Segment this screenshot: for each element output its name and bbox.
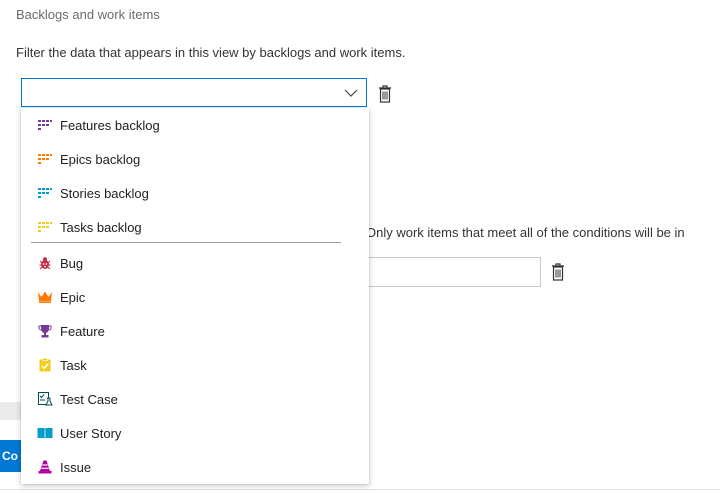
conditions-description: Only work items that meet all of the con… xyxy=(366,225,685,240)
bottom-divider xyxy=(0,489,720,490)
dropdown-item-label: Epic xyxy=(60,289,86,305)
book-icon xyxy=(37,425,53,441)
dropdown-item-label: Stories backlog xyxy=(60,185,149,201)
dropdown-item-label: Bug xyxy=(60,255,84,271)
dropdown-separator xyxy=(31,242,341,243)
dropdown-item-test-case[interactable]: Test Case xyxy=(21,382,369,416)
dropdown-item-epic[interactable]: Epic xyxy=(21,280,369,314)
footer-gray-strip xyxy=(0,402,22,420)
trophy-icon xyxy=(37,323,53,339)
dropdown-item-issue[interactable]: Issue xyxy=(21,450,369,484)
section-description: Filter the data that appears in this vie… xyxy=(16,45,406,60)
backlog-icon xyxy=(37,117,53,133)
dropdown-item-label: Task xyxy=(60,357,87,373)
clipboard-icon xyxy=(37,357,53,373)
dropdown-item-label: User Story xyxy=(60,425,122,441)
delete-icon[interactable] xyxy=(378,85,392,103)
dropdown-item-bug[interactable]: Bug xyxy=(21,246,369,280)
section-title: Backlogs and work items xyxy=(16,7,160,22)
crown-icon xyxy=(37,289,53,305)
chevron-down-icon[interactable] xyxy=(344,86,358,100)
dropdown-item-epics-backlog[interactable]: Epics backlog xyxy=(21,142,369,176)
dropdown-item-task[interactable]: Task xyxy=(21,348,369,382)
backlog-select[interactable] xyxy=(21,78,367,107)
dropdown-item-label: Epics backlog xyxy=(60,151,141,167)
dropdown-item-label: Feature xyxy=(60,323,105,339)
dropdown-item-label: Issue xyxy=(60,459,92,475)
dropdown-item-stories-backlog[interactable]: Stories backlog xyxy=(21,176,369,210)
cone-icon xyxy=(37,459,53,475)
backlog-dropdown: Features backlog Epics backlog Stories b… xyxy=(21,108,369,484)
dropdown-item-features-backlog[interactable]: Features backlog xyxy=(21,108,369,142)
dropdown-item-label: Features backlog xyxy=(60,117,160,133)
dropdown-item-user-story[interactable]: User Story xyxy=(21,416,369,450)
dropdown-item-tasks-backlog[interactable]: Tasks backlog xyxy=(21,210,369,244)
bug-icon xyxy=(37,255,53,271)
dropdown-item-label: Test Case xyxy=(60,391,118,407)
backlog-icon xyxy=(37,151,53,167)
dropdown-item-feature[interactable]: Feature xyxy=(21,314,369,348)
dropdown-item-label: Tasks backlog xyxy=(60,219,142,235)
delete-icon[interactable] xyxy=(551,263,565,281)
backlog-icon xyxy=(37,219,53,235)
test-case-icon xyxy=(37,391,53,407)
backlog-icon xyxy=(37,185,53,201)
continue-button[interactable]: Co xyxy=(0,440,22,472)
condition-input[interactable] xyxy=(366,257,541,287)
